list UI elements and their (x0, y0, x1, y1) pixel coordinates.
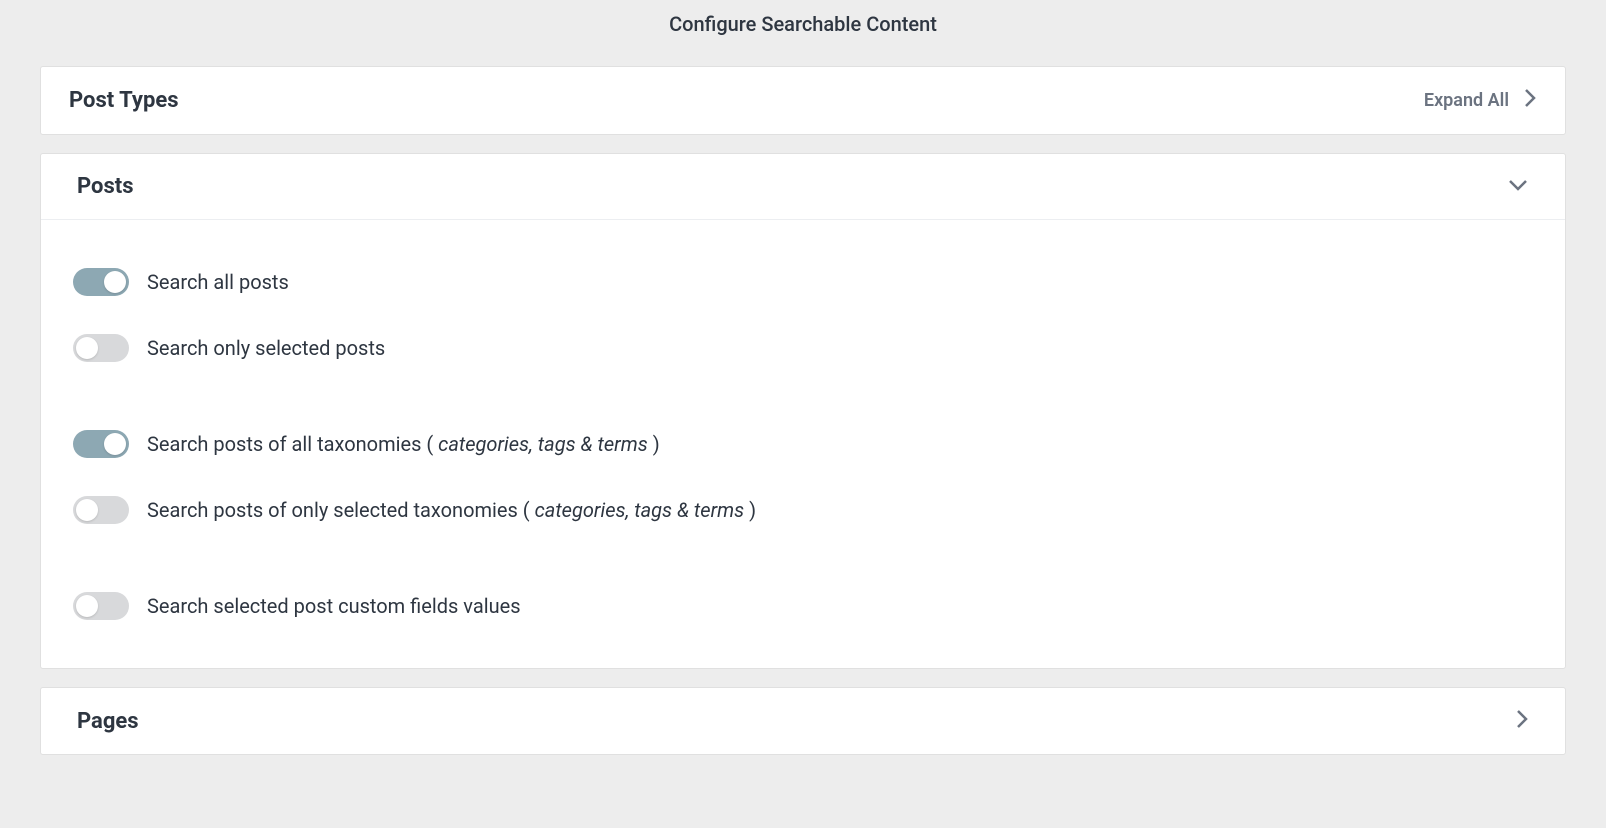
toggle-search-selected-posts: Search only selected posts (73, 334, 1533, 362)
pages-panel-header[interactable]: Pages (41, 688, 1565, 754)
chevron-right-icon (1515, 708, 1529, 734)
posts-panel-header[interactable]: Posts (41, 154, 1565, 219)
chevron-down-icon (1507, 177, 1529, 196)
toggle-switch-search-all-posts[interactable] (73, 268, 129, 296)
expand-all-button[interactable]: Expand All (1424, 87, 1537, 114)
toggle-label: Search selected post custom fields value… (147, 594, 521, 618)
toggle-label: Search all posts (147, 270, 289, 294)
posts-panel-body: Search all posts Search only selected po… (41, 219, 1565, 668)
toggle-switch-search-selected-taxonomies[interactable] (73, 496, 129, 524)
page-title: Configure Searchable Content (40, 0, 1566, 66)
toggle-search-selected-taxonomies: Search posts of only selected taxonomies… (73, 496, 1533, 524)
toggle-search-custom-fields: Search selected post custom fields value… (73, 592, 1533, 620)
posts-panel: Posts Search all posts Search only selec… (40, 153, 1566, 669)
toggle-label: Search only selected posts (147, 336, 385, 360)
toggle-label: Search posts of only selected taxonomies… (147, 498, 756, 522)
posts-panel-title: Posts (77, 174, 134, 199)
toggle-label: Search posts of all taxonomies ( categor… (147, 432, 660, 456)
expand-all-label: Expand All (1424, 90, 1509, 111)
toggle-search-all-taxonomies: Search posts of all taxonomies ( categor… (73, 430, 1533, 458)
toggle-switch-search-custom-fields[interactable] (73, 592, 129, 620)
toggle-switch-search-selected-posts[interactable] (73, 334, 129, 362)
toggle-switch-search-all-taxonomies[interactable] (73, 430, 129, 458)
section-title: Post Types (69, 88, 179, 113)
post-types-section-header: Post Types Expand All (40, 66, 1566, 135)
toggle-search-all-posts: Search all posts (73, 268, 1533, 296)
chevron-right-icon (1523, 87, 1537, 114)
pages-panel-title: Pages (77, 709, 139, 734)
pages-panel: Pages (40, 687, 1566, 755)
